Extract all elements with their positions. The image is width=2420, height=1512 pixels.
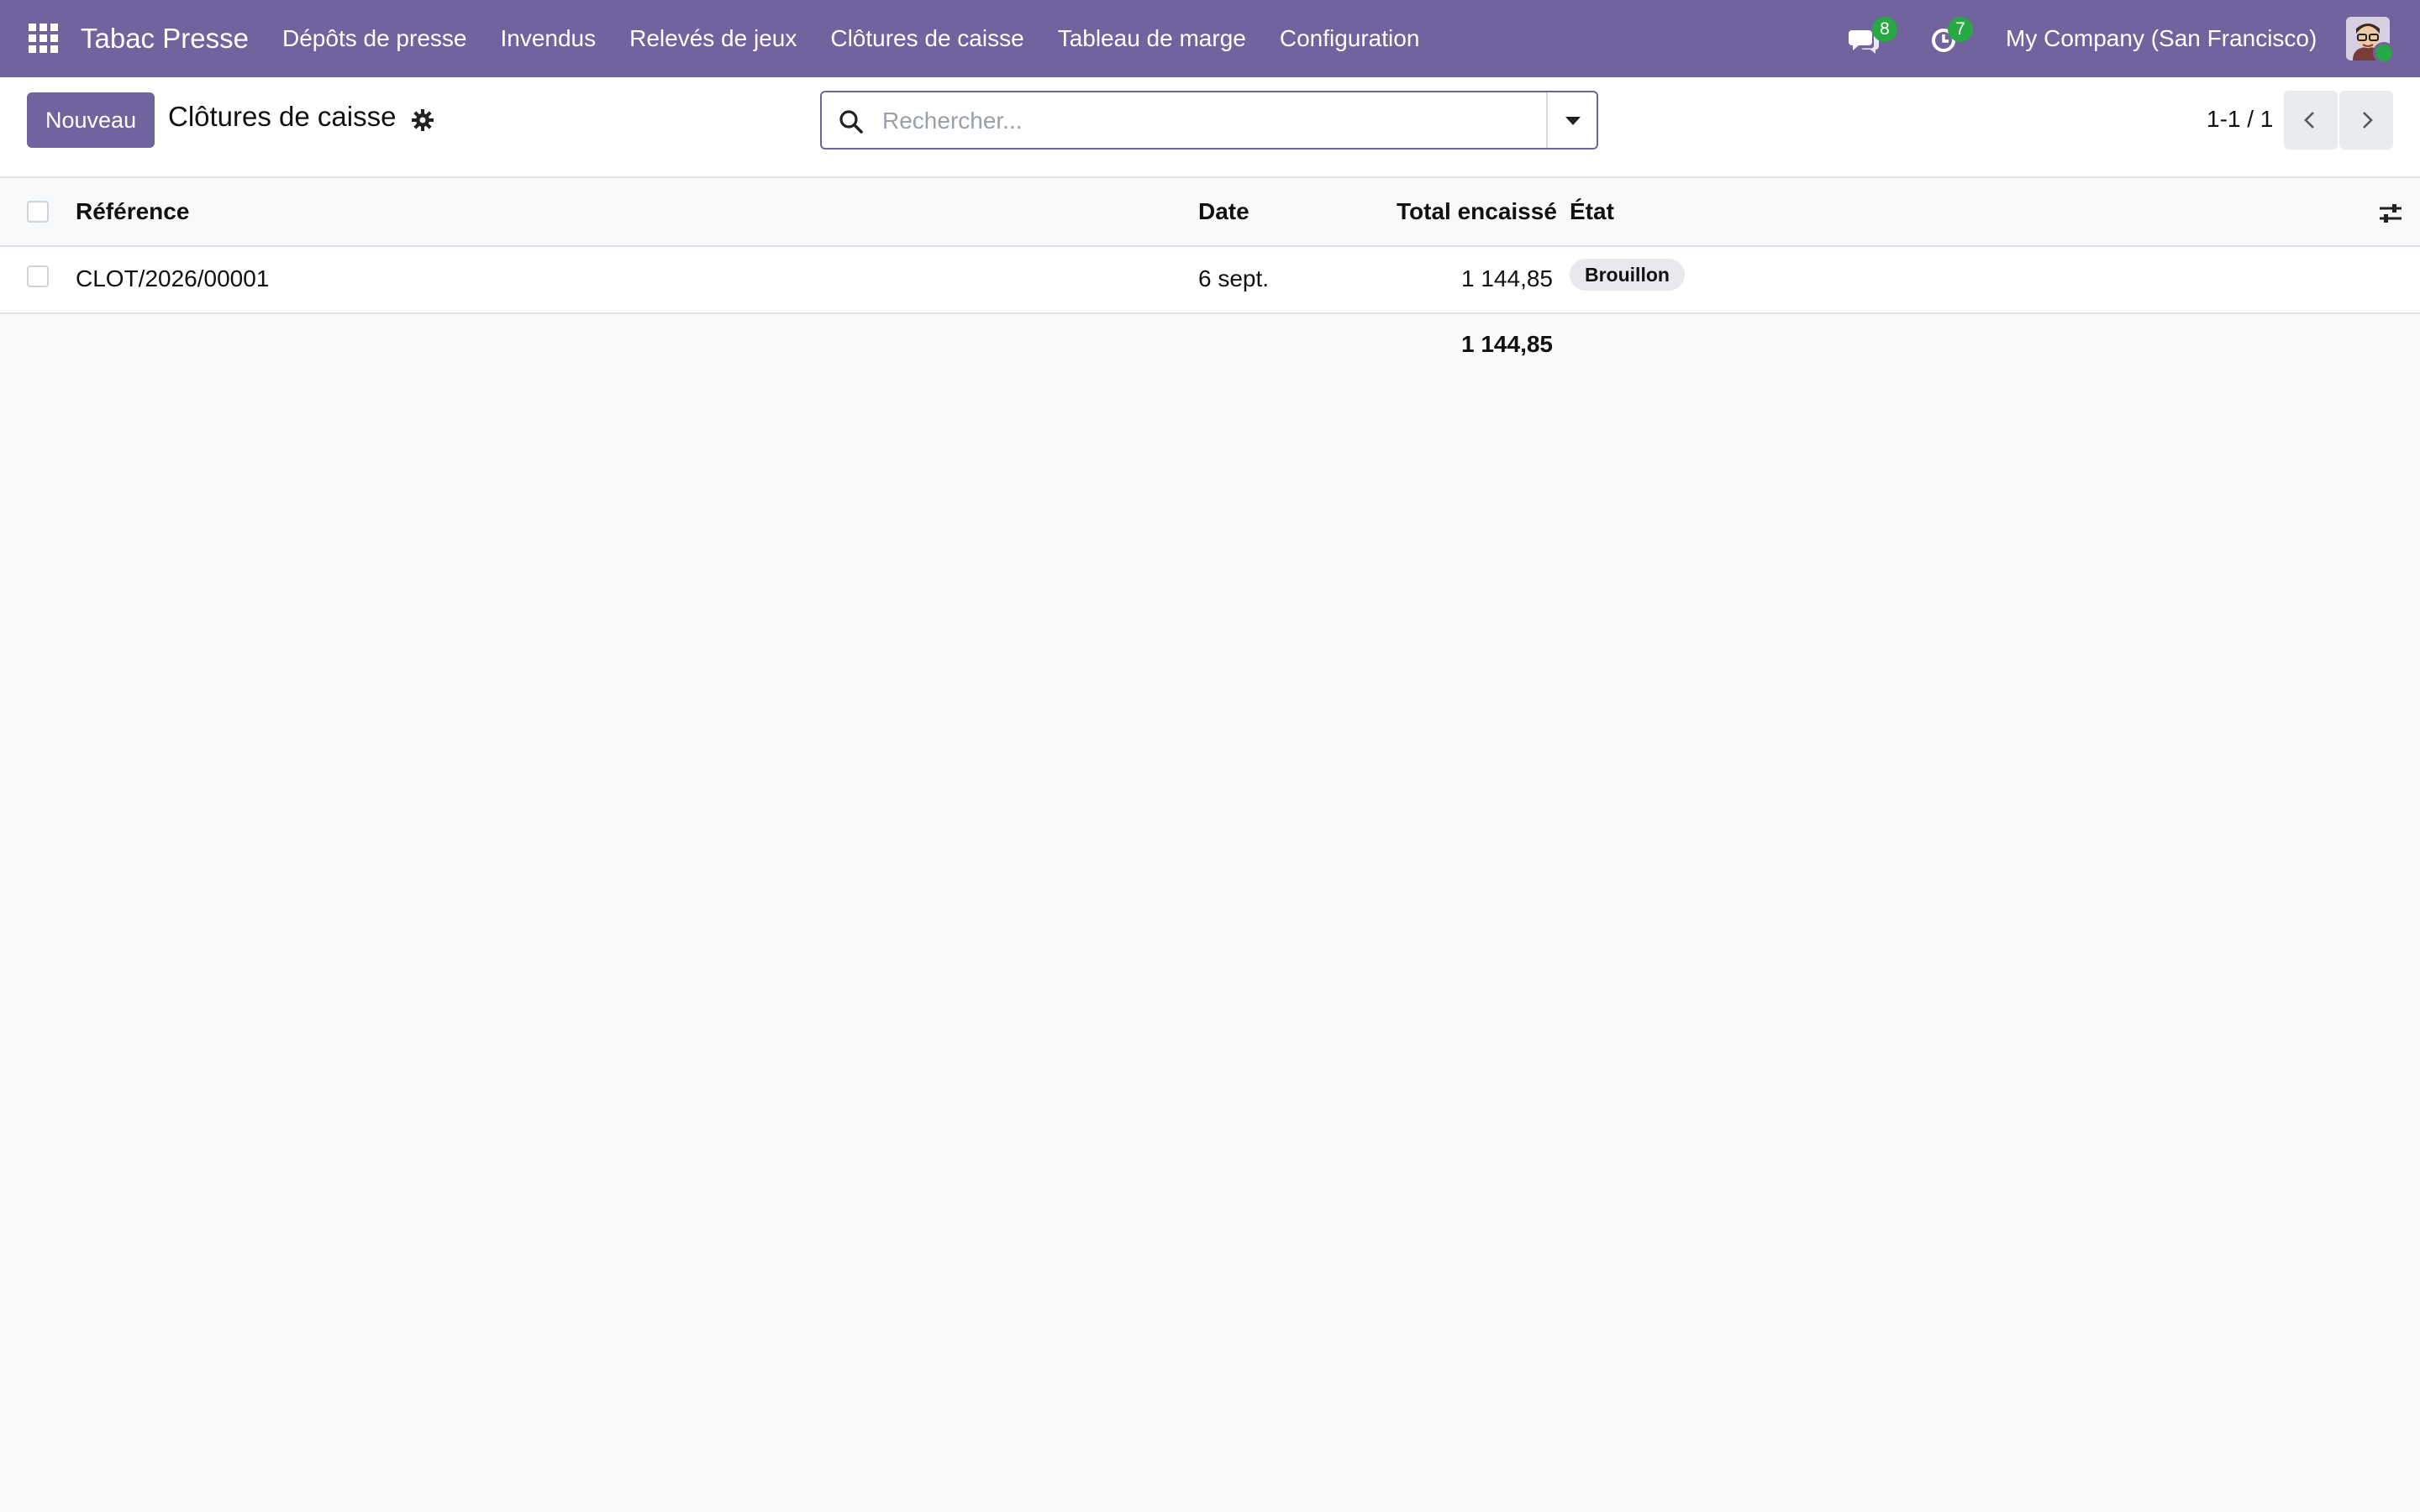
new-button[interactable]: Nouveau <box>27 92 155 148</box>
search-input[interactable] <box>881 92 1523 150</box>
cell-reference: CLOT/2026/00001 <box>76 265 270 291</box>
messages-button[interactable]: 8 <box>1849 17 1897 60</box>
menu-item-tableau-marge[interactable]: Tableau de marge <box>1041 0 1263 77</box>
pager-previous-button[interactable] <box>2284 91 2338 150</box>
pager-value[interactable]: 1-1 / 1 <box>2207 106 2273 133</box>
optional-columns-icon[interactable] <box>2378 202 2403 225</box>
company-switcher[interactable]: My Company (San Francisco) <box>2006 0 2317 77</box>
activities-count-badge: 7 <box>1948 17 1973 42</box>
search-options-toggle[interactable] <box>1546 92 1597 148</box>
menu-item-clotures-caisse[interactable]: Clôtures de caisse <box>813 0 1040 77</box>
main-menu: Dépôts de presse Invendus Relevés de jeu… <box>266 0 1436 77</box>
activities-button[interactable]: 7 <box>1928 17 1973 60</box>
cell-date: 6 sept. <box>1198 265 1270 291</box>
chevron-right-icon <box>2363 112 2373 129</box>
column-header-state[interactable]: État <box>1570 198 1614 225</box>
messages-count-badge: 8 <box>1872 17 1897 42</box>
menu-item-releves-jeux[interactable]: Relevés de jeux <box>613 0 813 77</box>
status-badge: Brouillon <box>1570 259 1685 291</box>
online-status-dot <box>2373 42 2395 64</box>
column-header-date[interactable]: Date <box>1198 198 1249 225</box>
select-all-checkbox[interactable] <box>27 201 49 223</box>
caret-down-icon <box>1565 117 1581 125</box>
menu-item-configuration[interactable]: Configuration <box>1263 0 1437 77</box>
list-header: Référence Date Total encaissé État <box>0 178 2420 247</box>
pager-next-button[interactable] <box>2339 91 2393 150</box>
app-brand[interactable]: Tabac Presse <box>81 0 249 77</box>
gear-icon[interactable] <box>412 109 434 131</box>
menu-item-depots-presse[interactable]: Dépôts de presse <box>266 0 483 77</box>
row-checkbox[interactable] <box>27 265 49 287</box>
app-menu-grid-icon[interactable] <box>29 24 59 54</box>
menu-item-invendus[interactable]: Invendus <box>483 0 613 77</box>
column-header-total[interactable]: Total encaissé <box>1397 198 1557 225</box>
table-row[interactable]: CLOT/2026/00001 6 sept. 1 144,85 Brouill… <box>0 247 2420 314</box>
chevron-left-icon <box>2304 112 2314 129</box>
column-header-reference[interactable]: Référence <box>76 198 189 225</box>
search-icon <box>839 110 863 134</box>
top-navbar: Tabac Presse Dépôts de presse Invendus R… <box>0 0 2420 77</box>
footer-total: 1 144,85 <box>1461 331 1553 357</box>
control-panel: Nouveau Clôtures de caisse 1-1 / 1 <box>0 77 2420 178</box>
user-avatar[interactable] <box>2346 17 2395 64</box>
cell-total: 1 144,85 <box>1461 265 1553 291</box>
page-title: Clôtures de caisse <box>168 101 397 132</box>
search-bar <box>820 91 1598 150</box>
